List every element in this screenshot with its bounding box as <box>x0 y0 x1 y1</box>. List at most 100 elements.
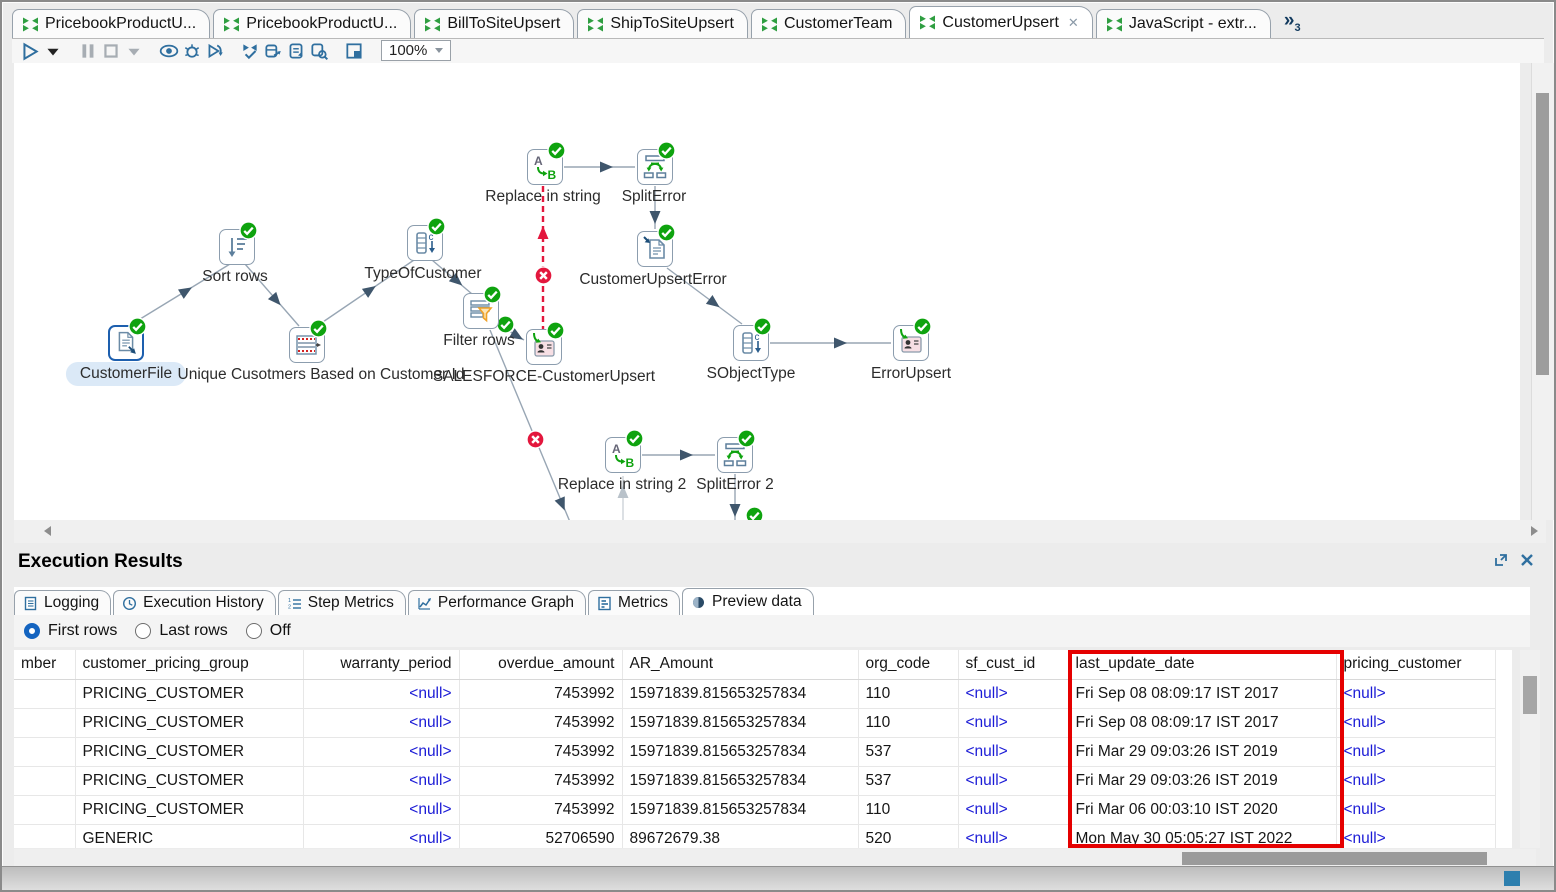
cell-overdue-amount[interactable]: 7453992 <box>459 795 622 824</box>
results-tab-performance-graph[interactable]: Performance Graph <box>408 590 586 615</box>
run-button[interactable] <box>20 41 40 61</box>
cell-warranty-period[interactable]: <null> <box>303 679 459 708</box>
cell-customer-pricing-group[interactable]: GENERIC <box>75 824 303 848</box>
step-sobjecttype[interactable]: c <box>733 325 769 361</box>
results-tab-logging[interactable]: Logging <box>14 590 111 615</box>
column-header-customer-pricing-group[interactable]: customer_pricing_group <box>75 650 303 679</box>
cell-last-update-date[interactable]: Fri Mar 06 00:03:10 IST 2020 <box>1068 795 1336 824</box>
cell-last-update-date[interactable]: Fri Sep 08 08:09:17 IST 2017 <box>1068 679 1336 708</box>
step-errorupsert[interactable] <box>893 325 929 361</box>
cell-customer-pricing-group[interactable]: PRICING_CUSTOMER <box>75 737 303 766</box>
cell-org-code[interactable]: 537 <box>858 766 958 795</box>
close-tab-icon[interactable]: ✕ <box>1068 15 1079 31</box>
tab-pricebookproductu[interactable]: PricebookProductU... <box>12 9 210 38</box>
results-tab-preview-data[interactable]: Preview data <box>682 588 814 615</box>
radio-last-rows[interactable]: Last rows <box>135 622 227 640</box>
results-tab-step-metrics[interactable]: 12Step Metrics <box>278 590 406 615</box>
cell-pricing-customer[interactable]: <null> <box>1336 679 1495 708</box>
cell-customer-pricing-group[interactable]: PRICING_CUSTOMER <box>75 795 303 824</box>
cell-last-update-date[interactable]: Fri Mar 29 09:03:26 IST 2019 <box>1068 737 1336 766</box>
cell-overdue-amount[interactable]: 7453992 <box>459 679 622 708</box>
table-horizontal-scrollbar-thumb[interactable] <box>1182 852 1487 865</box>
cell-customer-pricing-group[interactable]: PRICING_CUSTOMER <box>75 708 303 737</box>
cell-warranty-period[interactable]: <null> <box>303 795 459 824</box>
cell-overdue-amount[interactable]: 7453992 <box>459 737 622 766</box>
cell-ar-amount[interactable]: 15971839.815653257834 <box>622 737 858 766</box>
tab-overflow-chevron[interactable]: »3 <box>1284 10 1301 34</box>
step-customerupserterror[interactable] <box>637 231 673 267</box>
cell-ar-amount[interactable]: 15971839.815653257834 <box>622 795 858 824</box>
cell-mber[interactable] <box>14 737 75 766</box>
scroll-left-icon[interactable] <box>44 526 51 536</box>
sql-button[interactable] <box>286 41 306 61</box>
cell-mber[interactable] <box>14 708 75 737</box>
table-row[interactable]: GENERIC<null>5270659089672679.38520<null… <box>14 824 1495 848</box>
tab-javascript-extr[interactable]: JavaScript - extr... <box>1096 9 1271 38</box>
cell-ar-amount[interactable]: 89672679.38 <box>622 824 858 848</box>
results-tab-execution-history[interactable]: Execution History <box>113 590 276 615</box>
cell-mber[interactable] <box>14 679 75 708</box>
canvas-vertical-scrollbar[interactable] <box>1531 63 1554 520</box>
cell-pricing-customer[interactable]: <null> <box>1336 737 1495 766</box>
step-unique-customers[interactable] <box>289 327 325 363</box>
cell-org-code[interactable]: 520 <box>858 824 958 848</box>
column-header-warranty-period[interactable]: warranty_period <box>303 650 459 679</box>
preview-button[interactable] <box>159 41 179 61</box>
results-tab-metrics[interactable]: Metrics <box>588 590 680 615</box>
radio-unselected-icon[interactable] <box>135 623 151 639</box>
cell-ar-amount[interactable]: 15971839.815653257834 <box>622 679 858 708</box>
step-sort-rows[interactable] <box>219 229 255 265</box>
stop-button[interactable] <box>101 41 121 61</box>
cell-sf-cust-id[interactable]: <null> <box>958 708 1068 737</box>
notification-icon[interactable] <box>1504 871 1520 886</box>
cell-warranty-period[interactable]: <null> <box>303 824 459 848</box>
column-header-ar-amount[interactable]: AR_Amount <box>622 650 858 679</box>
table-row[interactable]: PRICING_CUSTOMER<null>745399215971839.81… <box>14 766 1495 795</box>
cell-mber[interactable] <box>14 795 75 824</box>
cell-warranty-period[interactable]: <null> <box>303 737 459 766</box>
cell-overdue-amount[interactable]: 7453992 <box>459 766 622 795</box>
replay-button[interactable] <box>205 41 225 61</box>
cell-warranty-period[interactable]: <null> <box>303 766 459 795</box>
cell-sf-cust-id[interactable]: <null> <box>958 679 1068 708</box>
step-spliterror-2[interactable] <box>717 437 753 473</box>
step-customerfile[interactable] <box>108 325 144 361</box>
tab-pricebookproductu[interactable]: PricebookProductU... <box>213 9 411 38</box>
cell-mber[interactable] <box>14 766 75 795</box>
cell-customer-pricing-group[interactable]: PRICING_CUSTOMER <box>75 679 303 708</box>
radio-selected-icon[interactable] <box>24 623 40 639</box>
cell-sf-cust-id[interactable]: <null> <box>958 737 1068 766</box>
scroll-right-icon[interactable] <box>1531 526 1538 536</box>
step-salesforce-customerupsert[interactable] <box>526 329 562 365</box>
table-row[interactable]: PRICING_CUSTOMER<null>745399215971839.81… <box>14 679 1495 708</box>
debug-button[interactable] <box>182 41 202 61</box>
cell-ar-amount[interactable]: 15971839.815653257834 <box>622 766 858 795</box>
cell-ar-amount[interactable]: 15971839.815653257834 <box>622 708 858 737</box>
canvas-horizontal-scrollbar[interactable] <box>14 520 1546 543</box>
explore-db-button[interactable] <box>309 41 329 61</box>
cell-mber[interactable] <box>14 824 75 848</box>
cell-pricing-customer[interactable]: <null> <box>1336 766 1495 795</box>
tab-shiptositeupsert[interactable]: ShipToSiteUpsert <box>577 9 748 38</box>
run-options-arrow-button[interactable] <box>43 41 63 61</box>
cell-pricing-customer[interactable]: <null> <box>1336 795 1495 824</box>
transformation-canvas[interactable]: CustomerFileSort rowsUnique Cusotmers Ba… <box>14 63 1520 520</box>
tab-customerupsert[interactable]: CustomerUpsert✕ <box>909 6 1092 38</box>
cell-pricing-customer[interactable]: <null> <box>1336 708 1495 737</box>
cell-overdue-amount[interactable]: 7453992 <box>459 708 622 737</box>
cell-org-code[interactable]: 110 <box>858 679 958 708</box>
cell-overdue-amount[interactable]: 52706590 <box>459 824 622 848</box>
impact-button[interactable] <box>263 41 283 61</box>
column-header-mber[interactable]: mber <box>14 650 75 679</box>
zoom-level-select[interactable]: 100% <box>381 40 451 61</box>
cell-sf-cust-id[interactable]: <null> <box>958 795 1068 824</box>
close-results-icon[interactable] <box>1518 551 1536 569</box>
table-vertical-scrollbar[interactable] <box>1520 650 1540 848</box>
column-header-pricing-customer[interactable]: pricing_customer <box>1336 650 1495 679</box>
cell-customer-pricing-group[interactable]: PRICING_CUSTOMER <box>75 766 303 795</box>
show-results-button[interactable] <box>344 41 364 61</box>
cell-sf-cust-id[interactable]: <null> <box>958 766 1068 795</box>
radio-first-rows[interactable]: First rows <box>24 622 117 640</box>
canvas-vertical-scrollbar-thumb[interactable] <box>1536 93 1549 375</box>
stop-options-arrow-button[interactable] <box>124 41 144 61</box>
